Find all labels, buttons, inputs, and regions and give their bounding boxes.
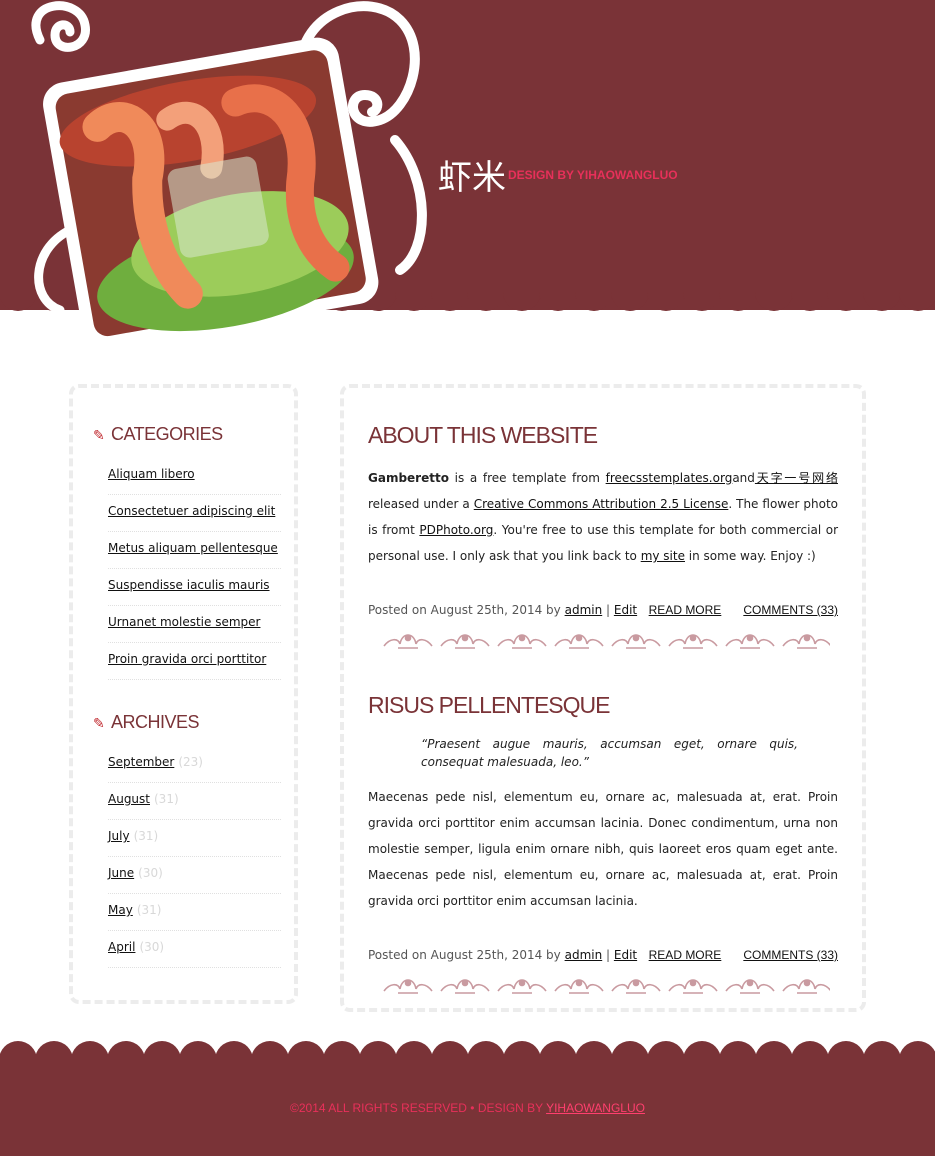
category-link[interactable]: Urnanet molestie semper (108, 615, 260, 629)
tianzi-link[interactable]: 天字一号网络 (755, 471, 838, 485)
post-body: Maecenas pede nisl, elementum eu, ornare… (368, 790, 838, 908)
list-item: July (31) (108, 820, 281, 857)
category-link[interactable]: Consectetuer adipiscing elit (108, 504, 275, 518)
list-item: August (31) (108, 783, 281, 820)
category-link[interactable]: Suspendisse iaculis mauris (108, 578, 270, 592)
my-site-link[interactable]: my site (641, 549, 685, 563)
post-title: ABOUT THIS WEBSITE (368, 422, 598, 448)
comments-link[interactable]: COMMENTS (33) (743, 948, 838, 962)
archives-list: September (23) August (31) July (31) June (3… (108, 746, 281, 968)
categories-list: Aliquam libero Consectetuer adipiscing e… (108, 458, 281, 680)
copyright: ©2014 ALL RIGHTS RESERVED (290, 1101, 467, 1115)
designer-link[interactable]: YIHAOWANGLUO (546, 1101, 645, 1115)
archives-heading: ✎ ARCHIVES (93, 712, 200, 732)
category-link[interactable]: Aliquam libero (108, 467, 195, 481)
category-link[interactable]: Proin gravida orci porttitor (108, 652, 266, 666)
read-more-link[interactable]: READ MORE (649, 603, 722, 617)
list-item: April (30) (108, 931, 281, 968)
pin-icon: ✎ (93, 715, 105, 731)
read-more-link[interactable]: READ MORE (649, 948, 722, 962)
author-link[interactable]: admin (565, 948, 603, 962)
list-item: Proin gravida orci porttitor (108, 643, 281, 680)
archive-count: (31) (133, 829, 159, 843)
author-link[interactable]: admin (565, 603, 603, 617)
pdphoto-link[interactable]: PDPhoto.org (419, 523, 493, 537)
archive-count: (31) (154, 792, 179, 806)
list-item: Suspendisse iaculis mauris (108, 569, 281, 606)
license-link[interactable]: Creative Commons Attribution 2.5 License (474, 497, 729, 511)
site-title: 虾米 DESIGN BY YIHAOWANGLUO (438, 150, 678, 199)
post-meta: Posted on August 25th, 2014 by admin | E… (368, 948, 838, 962)
archive-link[interactable]: August (108, 792, 150, 806)
list-item: June (30) (108, 857, 281, 894)
archive-link[interactable]: September (108, 755, 174, 769)
shrimp-photo-frame (31, 1, 427, 349)
site-byline: DESIGN BY YIHAOWANGLUO (508, 167, 678, 182)
comments-link[interactable]: COMMENTS (33) (743, 603, 838, 617)
list-item: September (23) (108, 746, 281, 783)
sidebar: ✎ CATEGORIES Aliquam libero Consectetuer … (69, 384, 298, 1004)
site-name: 虾米 (438, 158, 506, 198)
post-meta: Posted on August 25th, 2014 by admin | E… (368, 603, 838, 617)
ornament-divider (383, 634, 830, 649)
ornament-divider (383, 979, 830, 994)
footer-text: ©2014 ALL RIGHTS RESERVED • DESIGN BY YI… (290, 1101, 645, 1115)
category-link[interactable]: Metus aliquam pellentesque (108, 541, 278, 555)
post-body: Gamberetto is a free template from freec… (368, 471, 838, 563)
pin-icon: ✎ (93, 427, 105, 443)
archive-link[interactable]: May (108, 903, 133, 917)
categories-heading: ✎ CATEGORIES (93, 424, 223, 444)
list-item: Metus aliquam pellentesque (108, 532, 281, 569)
list-item: May (31) (108, 894, 281, 931)
archive-link[interactable]: June (108, 866, 134, 880)
freecsstemplates-link[interactable]: freecsstemplates.org (606, 471, 733, 485)
list-item: Urnanet molestie semper (108, 606, 281, 643)
post-title: RISUS PELLENTESQUE (368, 692, 610, 718)
archive-count: (30) (139, 940, 165, 954)
archive-count: (31) (136, 903, 162, 917)
archive-count: (23) (178, 755, 203, 769)
archive-link[interactable]: April (108, 940, 135, 954)
archive-link[interactable]: July (108, 829, 130, 843)
post-quote: “Praesent augue mauris, accumsan eget, o… (421, 737, 798, 769)
archive-count: (30) (138, 866, 163, 880)
list-item: Consectetuer adipiscing elit (108, 495, 281, 532)
list-item: Aliquam libero (108, 458, 281, 495)
main-content: ABOUT THIS WEBSITE Gamberetto is a free … (340, 384, 866, 1012)
